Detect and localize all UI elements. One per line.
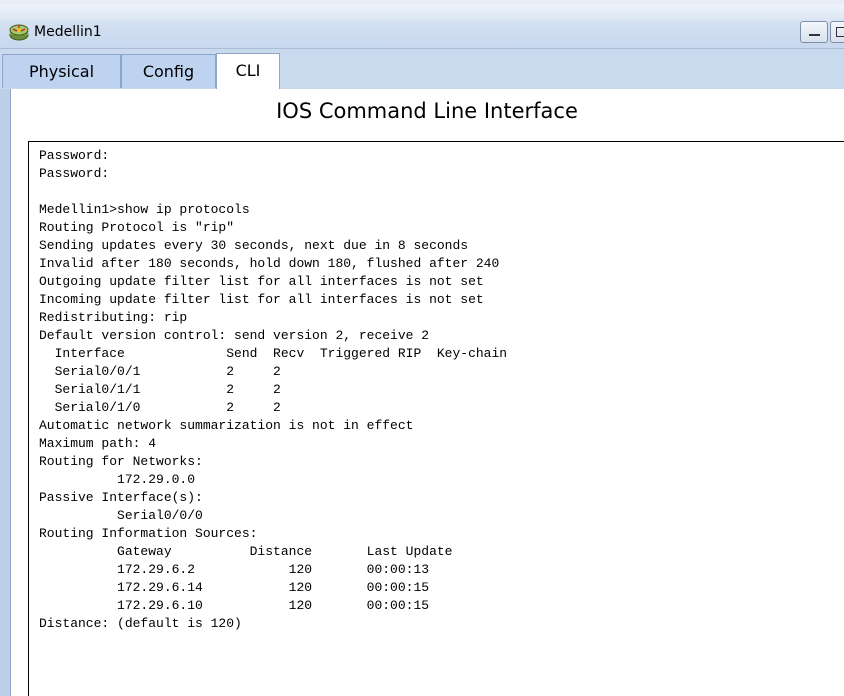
minimize-icon xyxy=(809,34,820,36)
tab-cli[interactable]: CLI xyxy=(216,53,280,89)
terminal-line: Incoming update filter list for all inte… xyxy=(39,292,484,307)
window-title: Medellin1 xyxy=(34,24,102,40)
terminal-line: Serial0/1/0 2 2 xyxy=(39,400,281,415)
terminal-line: Password: xyxy=(39,148,110,163)
title-bar[interactable]: Medellin1 xyxy=(0,4,844,49)
terminal-line: Routing for Networks: xyxy=(39,454,203,469)
terminal-line: Maximum path: 4 xyxy=(39,436,157,451)
terminal-line: Serial0/1/1 2 2 xyxy=(39,382,281,397)
minimize-button[interactable] xyxy=(800,21,828,43)
router-icon xyxy=(9,24,29,41)
terminal-line: 172.29.6.2 120 00:00:13 xyxy=(39,562,430,577)
terminal-line: Redistributing: rip xyxy=(39,310,188,325)
tab-config[interactable]: Config xyxy=(121,54,216,88)
terminal-line: 172.29.0.0 xyxy=(39,472,196,487)
terminal-line: Outgoing update filter list for all inte… xyxy=(39,274,484,289)
panel-title: IOS Command Line Interface xyxy=(276,99,578,123)
terminal-line: Passive Interface(s): xyxy=(39,490,203,505)
terminal-line: Medellin1>show ip protocols xyxy=(39,202,250,217)
maximize-icon xyxy=(836,27,844,37)
terminal-line: Interface Send Recv Triggered RIP Key-ch… xyxy=(39,346,508,361)
maximize-button[interactable] xyxy=(830,21,844,43)
terminal-line: Password: xyxy=(39,166,110,181)
terminal-line: Routing Information Sources: xyxy=(39,526,258,541)
terminal-line: Routing Protocol is "rip" xyxy=(39,220,235,235)
terminal-line: Automatic network summarization is not i… xyxy=(39,418,414,433)
terminal-lines: Password: Password: Medellin1>show ip pr… xyxy=(39,147,507,633)
device-window: Medellin1 Physical Config CLI IOS Comman… xyxy=(0,0,844,696)
terminal-line: Distance: (default is 120) xyxy=(39,616,242,631)
terminal-line: Sending updates every 30 seconds, next d… xyxy=(39,238,469,253)
terminal-line: Invalid after 180 seconds, hold down 180… xyxy=(39,256,500,271)
terminal-line: Default version control: send version 2,… xyxy=(39,328,430,343)
title-bar-highlight xyxy=(0,4,844,22)
tab-physical[interactable]: Physical xyxy=(2,54,121,88)
terminal-line: Serial0/0/1 2 2 xyxy=(39,364,281,379)
terminal-output[interactable]: Password: Password: Medellin1>show ip pr… xyxy=(28,141,844,696)
terminal-line: 172.29.6.10 120 00:00:15 xyxy=(39,598,430,613)
terminal-line: Serial0/0/0 xyxy=(39,508,203,523)
terminal-line: 172.29.6.14 120 00:00:15 xyxy=(39,580,430,595)
terminal-line: Gateway Distance Last Update xyxy=(39,544,453,559)
